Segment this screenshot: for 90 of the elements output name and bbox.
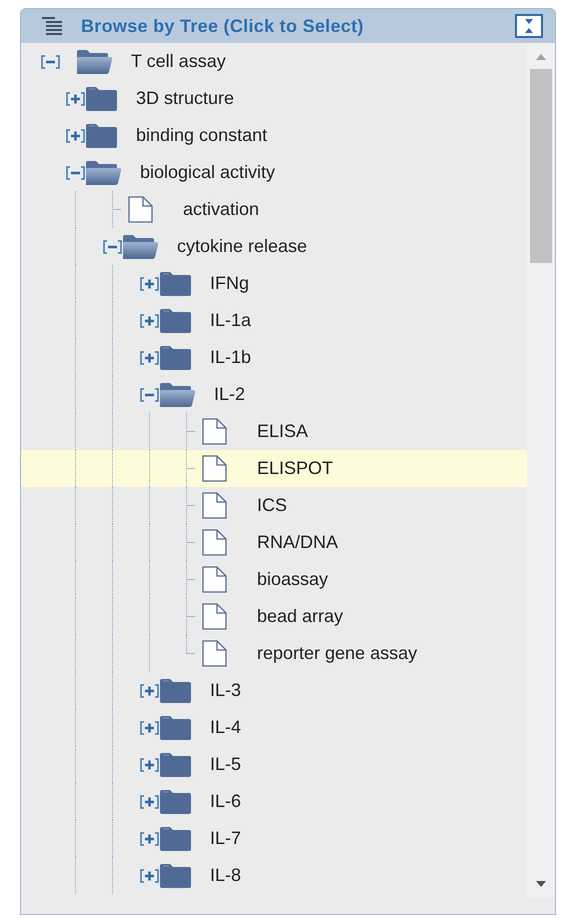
folder-icon <box>85 122 118 148</box>
tree-row[interactable]: cytokine release <box>21 228 527 265</box>
node-label: ICS <box>257 494 288 517</box>
node-label: activation <box>183 198 260 221</box>
folder-icon <box>159 826 192 852</box>
document-icon <box>202 529 227 556</box>
node-label: IFNg <box>210 272 250 295</box>
expand-icon[interactable] <box>140 684 159 698</box>
document-icon <box>202 566 227 593</box>
folder-icon <box>159 678 192 704</box>
list-icon <box>41 16 63 36</box>
folder-icon <box>159 714 192 740</box>
tree-row[interactable]: IL-5 <box>21 746 527 783</box>
document-icon <box>202 418 227 445</box>
resize-icon <box>524 18 534 34</box>
folder-icon <box>159 752 192 778</box>
node-label: IL-1a <box>210 309 252 332</box>
expand-icon[interactable] <box>140 794 159 808</box>
node-label: IL-1b <box>210 346 252 369</box>
node-label: reporter gene assay <box>257 642 418 665</box>
scrollbar[interactable] <box>527 43 555 898</box>
node-label: T cell assay <box>131 50 226 73</box>
node-label: IL-4 <box>210 716 242 739</box>
tree-row[interactable]: binding constant <box>21 117 527 154</box>
tree-row[interactable]: IL-7 <box>21 820 527 857</box>
tree-row[interactable]: IL-2 <box>21 376 527 413</box>
tree-row[interactable]: IL-1b <box>21 339 527 376</box>
collapse-icon[interactable] <box>103 240 122 254</box>
tree-row[interactable]: T cell assay <box>21 43 527 80</box>
open-folder-icon <box>85 160 122 186</box>
expand-icon[interactable] <box>140 868 159 882</box>
collapse-icon[interactable] <box>66 166 85 180</box>
panel-title: Browse by Tree (Click to Select) <box>81 14 365 38</box>
expand-icon[interactable] <box>140 832 159 846</box>
node-label: bioassay <box>257 568 328 591</box>
node-label: cytokine release <box>177 235 308 258</box>
folder-icon <box>85 86 118 112</box>
tree-row[interactable]: IL-8 <box>21 857 527 894</box>
expand-icon[interactable] <box>140 276 159 290</box>
node-label: ELISPOT <box>257 457 334 480</box>
tree-row[interactable]: IFNg <box>21 265 527 302</box>
tree-row[interactable]: ELISPOT <box>21 450 527 487</box>
tree-row[interactable]: bioassay <box>21 561 527 598</box>
expand-icon[interactable] <box>140 350 159 364</box>
node-label: RNA/DNA <box>257 531 338 554</box>
node-label: IL-2 <box>214 383 246 406</box>
expand-icon[interactable] <box>140 720 159 734</box>
folder-icon <box>159 308 192 334</box>
folder-icon <box>159 270 192 296</box>
expand-icon[interactable] <box>66 128 85 142</box>
document-icon <box>202 603 227 630</box>
tree-row[interactable]: 3D structure <box>21 80 527 117</box>
document-icon <box>128 196 153 223</box>
expand-icon[interactable] <box>140 314 159 328</box>
node-label: IL-6 <box>210 790 242 813</box>
scroll-thumb[interactable] <box>530 69 552 263</box>
document-icon <box>202 492 227 519</box>
tree-row[interactable]: IL-4 <box>21 709 527 746</box>
folder-icon <box>159 862 192 888</box>
expand-icon[interactable] <box>66 92 85 106</box>
node-label: biological activity <box>140 161 276 184</box>
node-label: IL-8 <box>210 864 242 887</box>
tree-row[interactable]: RNA/DNA <box>21 524 527 561</box>
node-label: IL-3 <box>210 679 242 702</box>
folder-icon <box>159 788 192 814</box>
resize-button[interactable] <box>515 14 543 38</box>
node-label: IL-5 <box>210 753 242 776</box>
tree-row[interactable]: activation <box>21 191 527 228</box>
collapse-icon[interactable] <box>41 54 60 68</box>
tree-row[interactable]: IL-1a <box>21 302 527 339</box>
tree-row[interactable]: IL-3 <box>21 672 527 709</box>
tree-row[interactable]: bead array <box>21 598 527 635</box>
tree-row[interactable]: reporter gene assay <box>21 635 527 672</box>
node-label: binding constant <box>136 124 268 147</box>
expand-icon[interactable] <box>140 758 159 772</box>
node-label: IL-7 <box>210 827 242 850</box>
open-folder-icon <box>122 234 159 260</box>
tree-row[interactable]: IL-6 <box>21 783 527 820</box>
document-icon <box>202 455 227 482</box>
tree-row[interactable]: biological activity <box>21 154 527 191</box>
node-label: ELISA <box>257 420 308 443</box>
collapse-icon[interactable] <box>140 388 159 402</box>
scroll-down-icon[interactable] <box>535 880 547 888</box>
folder-icon <box>159 344 192 370</box>
open-folder-icon <box>159 382 196 408</box>
open-folder-icon <box>76 48 113 74</box>
node-label: 3D structure <box>136 87 234 110</box>
node-label: bead array <box>257 605 344 628</box>
tree-row[interactable]: ICS <box>21 487 527 524</box>
document-icon <box>202 640 227 667</box>
